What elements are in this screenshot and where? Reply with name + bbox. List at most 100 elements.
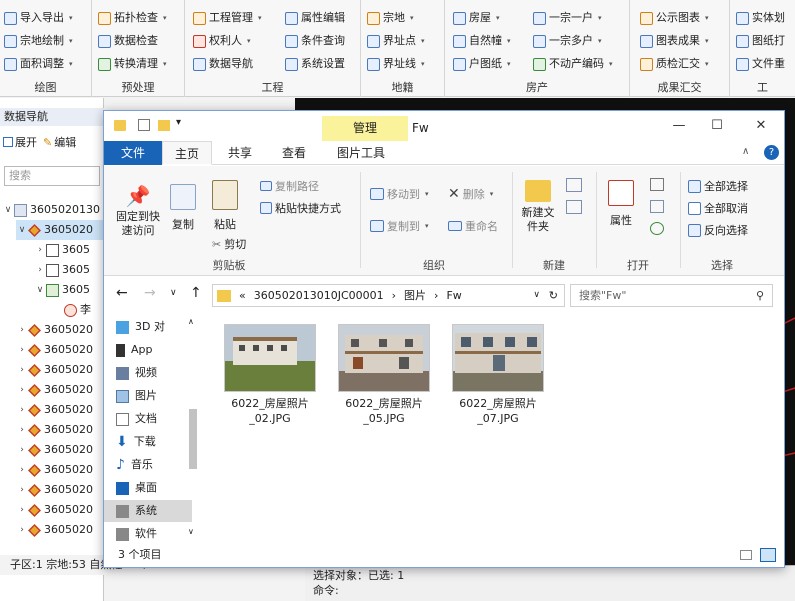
- tab-view[interactable]: 查看: [270, 141, 318, 165]
- edit-button[interactable]: ✎ 编辑: [43, 134, 76, 150]
- new-folder-button[interactable]: 新建文件夹: [518, 180, 558, 234]
- paste-shortcut-button[interactable]: 粘贴快捷方式: [260, 200, 341, 216]
- convert-clean-button[interactable]: 转换清理 ▾: [98, 54, 167, 74]
- manage-context-tab[interactable]: 管理: [322, 116, 408, 141]
- open-icon[interactable]: [650, 178, 664, 191]
- refresh-icon[interactable]: ↻: [549, 285, 558, 306]
- breadcrumb-separator[interactable]: ›: [434, 285, 438, 306]
- tab-file[interactable]: 文件: [104, 141, 162, 165]
- condition-query-button[interactable]: 条件查询: [285, 31, 345, 51]
- nav-item-music[interactable]: ♪ 音乐: [116, 454, 153, 476]
- import-export-button[interactable]: 导入导出 ▾: [4, 8, 73, 28]
- new-folder-quick-icon[interactable]: [158, 120, 170, 131]
- cut-button[interactable]: ✂ 剪切: [212, 236, 246, 252]
- new-item-icon[interactable]: [566, 178, 582, 192]
- unit-drawing-button[interactable]: 户图纸 ▾: [453, 54, 511, 74]
- quick-access-dropdown-icon[interactable]: ▾: [176, 117, 181, 128]
- move-to-button[interactable]: 移动到 ▾: [370, 186, 429, 202]
- delete-button[interactable]: ✕ 删除 ▾: [448, 186, 493, 202]
- parcel-button[interactable]: 宗地 ▾: [367, 8, 414, 28]
- file-name[interactable]: 6022_房屋照片_05.JPG: [328, 396, 440, 426]
- easy-access-icon[interactable]: [566, 200, 582, 214]
- owner-button[interactable]: 权利人 ▾: [193, 31, 251, 51]
- tree-row[interactable]: › 3605020: [16, 460, 93, 480]
- tree-row[interactable]: ∨ 3605020130: [2, 200, 100, 220]
- print-drawing-button[interactable]: 图纸打: [736, 31, 785, 51]
- tree-row[interactable]: › 3605: [34, 240, 90, 260]
- nav-item-documents[interactable]: 文档: [116, 408, 157, 430]
- tree-row[interactable]: › 3605020: [16, 440, 93, 460]
- chart-results-button[interactable]: 图表成果 ▾: [640, 31, 709, 51]
- one-parcel-one-unit-button[interactable]: 一宗一户 ▾: [533, 8, 602, 28]
- history-icon[interactable]: [650, 222, 664, 235]
- tree-row[interactable]: ∨ 3605: [34, 280, 90, 300]
- tree-row[interactable]: › 3605020: [16, 480, 93, 500]
- nav-pane-scrollbar[interactable]: ∧ ∨: [188, 317, 198, 537]
- tab-home[interactable]: 主页: [162, 141, 212, 165]
- copy-path-button[interactable]: 复制路径: [260, 178, 319, 194]
- collapse-ribbon-icon[interactable]: ∧: [742, 146, 749, 157]
- natural-building-button[interactable]: 自然幢 ▾: [453, 31, 511, 51]
- details-view-icon[interactable]: [740, 550, 752, 560]
- forward-arrow-icon[interactable]: →: [144, 285, 156, 301]
- breadcrumb-pictures[interactable]: 图片: [404, 285, 426, 306]
- tree-row[interactable]: 李: [64, 300, 91, 320]
- one-parcel-multi-unit-button[interactable]: 一宗多户 ▾: [533, 31, 602, 51]
- scroll-down-icon[interactable]: ∨: [188, 527, 194, 536]
- tree-row[interactable]: › 3605020: [16, 420, 93, 440]
- properties-quick-icon[interactable]: [138, 119, 150, 131]
- up-arrow-icon[interactable]: ↑: [190, 285, 202, 301]
- overflow-chevron[interactable]: «: [239, 285, 246, 306]
- maximize-button[interactable]: ☐: [702, 115, 732, 137]
- select-none-button[interactable]: 全部取消: [688, 200, 748, 216]
- select-all-button[interactable]: 全部选择: [688, 178, 748, 194]
- topology-check-button[interactable]: 拓扑检查 ▾: [98, 8, 167, 28]
- parcel-draw-button[interactable]: 宗地绘制 ▾: [4, 31, 73, 51]
- project-manage-button[interactable]: 工程管理 ▾: [193, 8, 262, 28]
- property-code-button[interactable]: 不动产编码 ▾: [533, 54, 613, 74]
- file-thumbnail[interactable]: [338, 324, 430, 392]
- tab-share[interactable]: 共享: [216, 141, 264, 165]
- entity-split-button[interactable]: 实体划: [736, 8, 785, 28]
- properties-button[interactable]: 属性: [608, 180, 634, 228]
- command-prompt[interactable]: 命令:: [313, 582, 339, 598]
- nav-item-system-drive[interactable]: 系统: [104, 500, 192, 522]
- address-dropdown-icon[interactable]: ∨: [533, 285, 540, 306]
- nav-item-pictures[interactable]: 图片: [116, 385, 157, 407]
- file-rename-button[interactable]: 文件重: [736, 54, 785, 74]
- boundary-point-button[interactable]: 界址点 ▾: [367, 31, 425, 51]
- edit-icon[interactable]: [650, 200, 664, 213]
- copy-to-button[interactable]: 复制到 ▾: [370, 218, 429, 234]
- nav-item-desktop[interactable]: 桌面: [116, 477, 157, 499]
- boundary-line-button[interactable]: 界址线 ▾: [367, 54, 425, 74]
- house-button[interactable]: 房屋 ▾: [453, 8, 500, 28]
- data-check-button[interactable]: 数据检查: [98, 31, 158, 51]
- breadcrumb-fw[interactable]: Fw: [446, 285, 461, 306]
- recent-locations-icon[interactable]: ∨: [170, 288, 177, 298]
- file-name[interactable]: 6022_房屋照片_07.JPG: [442, 396, 554, 426]
- scroll-up-icon[interactable]: ∧: [188, 317, 194, 326]
- nav-item-videos[interactable]: 视频: [116, 362, 157, 384]
- invert-selection-button[interactable]: 反向选择: [688, 222, 748, 238]
- tree-row[interactable]: › 3605020: [16, 400, 93, 420]
- breadcrumb-separator[interactable]: ›: [392, 285, 396, 306]
- minimize-button[interactable]: —: [664, 115, 694, 137]
- nav-item-app[interactable]: App: [116, 339, 153, 361]
- tree-row[interactable]: › 3605020: [16, 500, 93, 520]
- scroll-thumb[interactable]: [189, 409, 197, 469]
- rename-button[interactable]: 重命名: [448, 218, 498, 234]
- search-input[interactable]: 搜索"Fw" ⚲: [570, 284, 773, 307]
- pin-quick-access-button[interactable]: 📌 固定到快速访问: [114, 184, 162, 238]
- address-input[interactable]: « 360502013010JC00001 › 图片 › Fw ∨ ↻: [212, 284, 565, 307]
- tree-row[interactable]: › 3605020: [16, 380, 93, 400]
- back-arrow-icon[interactable]: ←: [116, 285, 128, 301]
- tree-row[interactable]: › 3605020: [16, 320, 93, 340]
- large-icons-view-icon[interactable]: [760, 548, 776, 562]
- data-navigation-button[interactable]: 数据导航: [193, 54, 253, 74]
- close-button[interactable]: ✕: [746, 115, 776, 137]
- nav-item-3d-objects[interactable]: 3D 对: [116, 316, 165, 338]
- public-chart-button[interactable]: 公示图表 ▾: [640, 8, 709, 28]
- area-adjust-button[interactable]: 面积调整 ▾: [4, 54, 73, 74]
- paste-button[interactable]: 粘贴: [212, 180, 238, 232]
- expand-button[interactable]: 展开: [3, 134, 37, 150]
